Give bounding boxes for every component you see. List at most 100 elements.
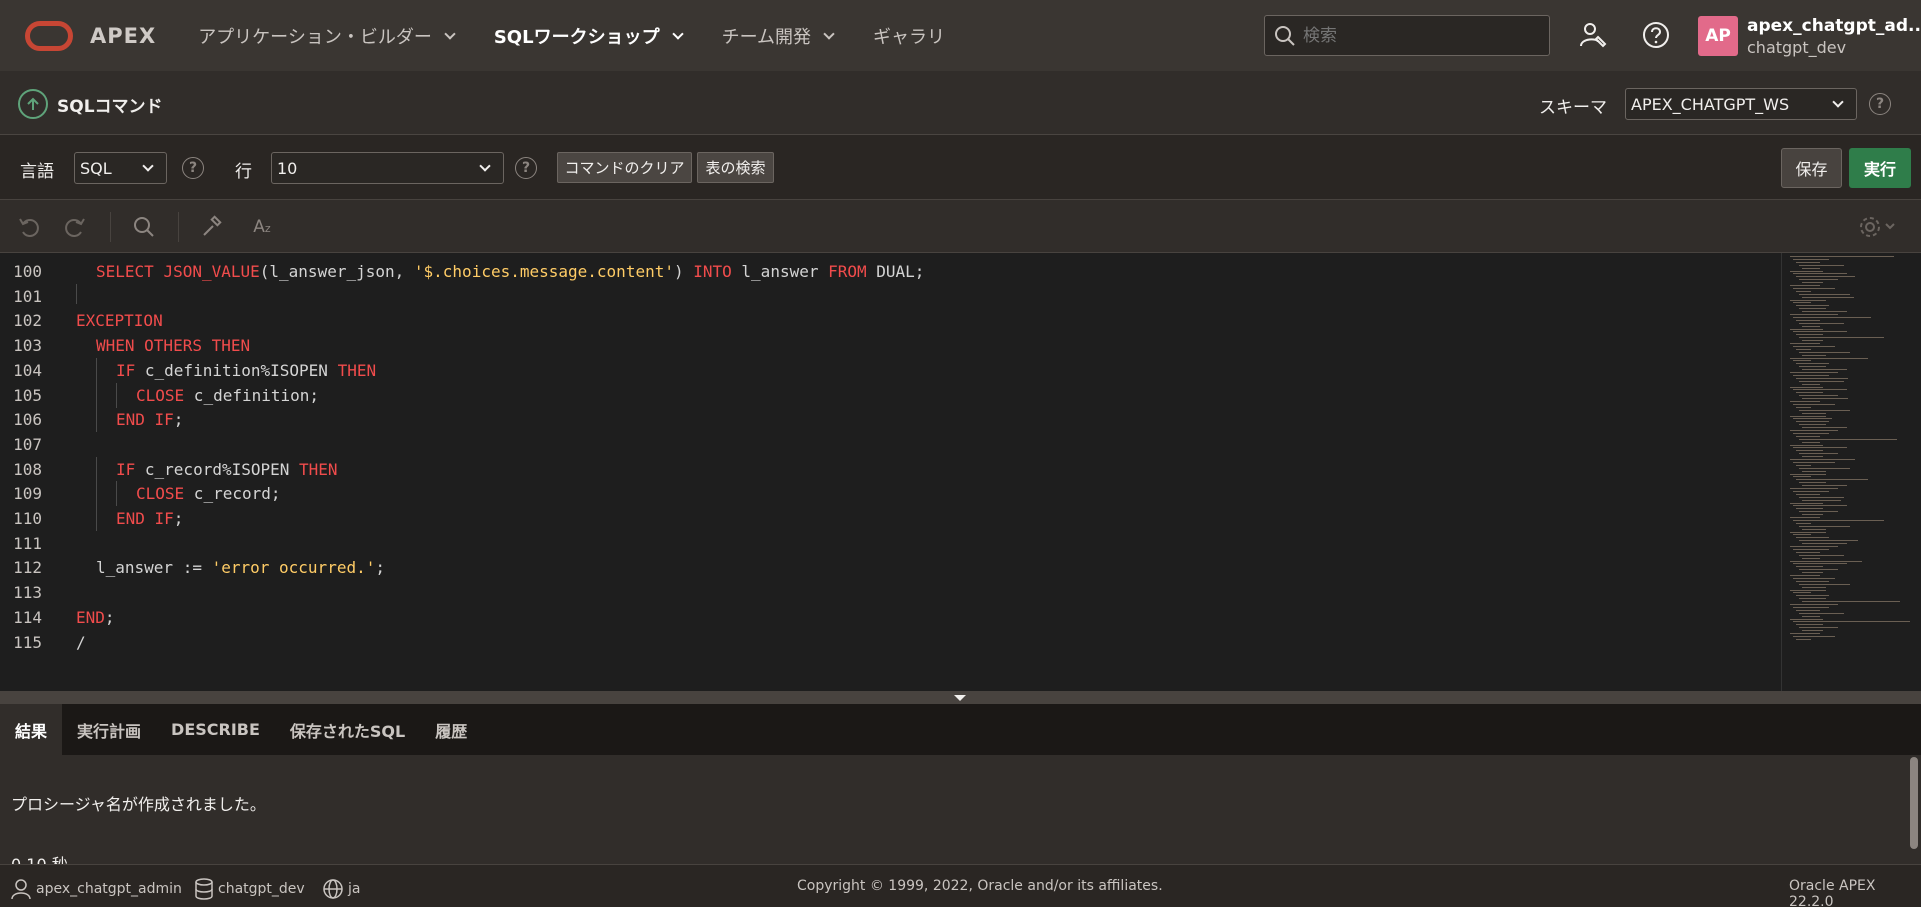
panel-splitter[interactable]: [0, 691, 1921, 704]
code-line[interactable]: 114 END;: [0, 605, 1781, 630]
page-title-bar: SQLコマンド スキーマ APEX_CHATGPT_WS ?: [0, 71, 1921, 135]
code-line[interactable]: 102 EXCEPTION: [0, 308, 1781, 333]
rows-select[interactable]: 10: [271, 152, 504, 184]
arrow-up-icon[interactable]: [18, 89, 48, 119]
schema-select[interactable]: APEX_CHATGPT_WS: [1625, 88, 1857, 120]
line-number: 106: [13, 410, 42, 430]
footer-language[interactable]: ja: [322, 878, 360, 900]
language-select[interactable]: SQL: [74, 152, 167, 184]
tab-saved-sql[interactable]: 保存されたSQL: [275, 704, 420, 755]
code-line[interactable]: 110 END IF;: [0, 506, 1781, 531]
code-line[interactable]: 101: [0, 284, 1781, 309]
minimap-line: [1793, 403, 1835, 405]
tab-results[interactable]: 結果: [0, 704, 63, 755]
run-button[interactable]: 実行: [1849, 148, 1911, 188]
find-tables-button[interactable]: 表の検索: [697, 152, 774, 183]
minimap-line: [1790, 270, 1823, 272]
collapse-arrow-icon[interactable]: [954, 695, 966, 701]
indent-guide: [116, 481, 117, 507]
minimap-line: [1793, 534, 1811, 536]
minimap-line: [1790, 256, 1894, 257]
code-line[interactable]: 115 /: [0, 630, 1781, 655]
minimap-line: [1799, 424, 1826, 426]
user-name[interactable]: apex_chatgpt_ad...: [1747, 16, 1921, 36]
nav-item-gallery[interactable]: ギャラリ: [873, 0, 945, 71]
administration-icon[interactable]: [1577, 19, 1609, 51]
minimap-line: [1799, 308, 1826, 310]
line-number: 100: [13, 262, 42, 281]
line-number: 107: [13, 434, 42, 454]
minimap-line: [1796, 479, 1868, 481]
search-input[interactable]: [1303, 25, 1533, 46]
minimap-line: [1793, 273, 1847, 275]
hammer-icon[interactable]: [199, 214, 225, 240]
keyword-token: SELECT: [96, 262, 164, 281]
help-icon[interactable]: [1640, 19, 1672, 51]
minimap-line: [1802, 311, 1847, 313]
code-line[interactable]: 104 IF c_definition%ISOPEN THEN: [0, 357, 1781, 383]
redo-icon[interactable]: [62, 214, 88, 240]
code-line[interactable]: 106 END IF;: [0, 407, 1781, 433]
code-editor[interactable]: 100 SELECT JSON_VALUE(l_answer_json, '$.c…: [0, 253, 1781, 691]
minimap-line: [1790, 575, 1820, 576]
code-line[interactable]: 108 IF c_record%ISOPEN THEN: [0, 456, 1781, 482]
keyword-token: EXCEPTION: [76, 311, 163, 331]
line-number: 109: [13, 484, 42, 504]
minimap-line: [1799, 453, 1838, 455]
results-scrollbar[interactable]: [1910, 757, 1918, 849]
clear-command-button[interactable]: コマンドのクリア: [557, 152, 692, 183]
minimap-line: [1799, 337, 1884, 339]
minimap-line: [1799, 525, 1850, 527]
editor-minimap[interactable]: [1781, 253, 1921, 691]
minimap-line: [1790, 343, 1820, 344]
minimap-line: [1796, 566, 1823, 568]
rows-help-icon[interactable]: ?: [515, 157, 537, 179]
minimap-line: [1796, 522, 1811, 524]
footer-user[interactable]: apex_chatgpt_admin: [10, 878, 182, 900]
code-line[interactable]: 113: [0, 580, 1781, 605]
code-line[interactable]: 107: [0, 432, 1781, 457]
search-icon[interactable]: [131, 214, 157, 240]
minimap-line: [1790, 444, 1823, 446]
tab-describe[interactable]: DESCRIBE: [156, 704, 275, 755]
minimap-line: [1796, 493, 1820, 495]
code-line[interactable]: 103 WHEN OTHERS THEN: [0, 333, 1781, 358]
line-number: 103: [13, 336, 42, 356]
schema-help-icon[interactable]: ?: [1869, 93, 1891, 115]
language-help-icon[interactable]: ?: [182, 157, 204, 179]
code-token: /: [76, 632, 86, 652]
nav-item-app-builder[interactable]: アプリケーション・ビルダー: [198, 0, 456, 71]
minimap-line: [1799, 264, 1844, 266]
minimap-line: [1802, 615, 1820, 617]
minimap-line: [1799, 351, 1850, 353]
keyword-token: THEN: [299, 459, 338, 479]
minimap-line: [1790, 502, 1823, 504]
code-text: END IF;: [116, 506, 183, 531]
nav-item-sql-workshop[interactable]: SQLワークショップ: [494, 0, 684, 71]
minimap-line: [1790, 372, 1838, 373]
tab-history[interactable]: 履歴: [420, 704, 482, 755]
code-text: WHEN OTHERS THEN: [96, 333, 250, 358]
code-line[interactable]: 105 CLOSE c_definition;: [0, 382, 1781, 408]
undo-icon[interactable]: [16, 214, 42, 240]
apex-logo[interactable]: APEX: [25, 20, 156, 51]
minimap-line: [1799, 511, 1838, 513]
code-line[interactable]: 109 CLOSE c_record;: [0, 481, 1781, 507]
avatar[interactable]: AP: [1698, 16, 1738, 56]
keyword-token: INTO: [693, 262, 732, 281]
settings-gear-icon[interactable]: [1857, 214, 1901, 240]
code-line[interactable]: 111: [0, 531, 1781, 556]
indent-guide: [96, 506, 97, 531]
tab-explain[interactable]: 実行計画: [62, 704, 156, 755]
footer-workspace[interactable]: chatgpt_dev: [194, 878, 305, 900]
code-line[interactable]: 112 l_answer := 'error occurred.';: [0, 555, 1781, 580]
minimap-line: [1796, 276, 1855, 278]
minimap-line: [1790, 328, 1823, 330]
keyword-token: CLOSE: [136, 385, 185, 405]
code-line[interactable]: 100 SELECT JSON_VALUE(l_answer_json, '$.c…: [0, 259, 1781, 284]
minimap-line: [1799, 569, 1838, 571]
nav-item-team-development[interactable]: チーム開発: [722, 0, 835, 71]
editor-toolbar: Az: [0, 199, 1921, 253]
text-format-icon[interactable]: Az: [247, 214, 277, 240]
save-button[interactable]: 保存: [1781, 148, 1842, 188]
